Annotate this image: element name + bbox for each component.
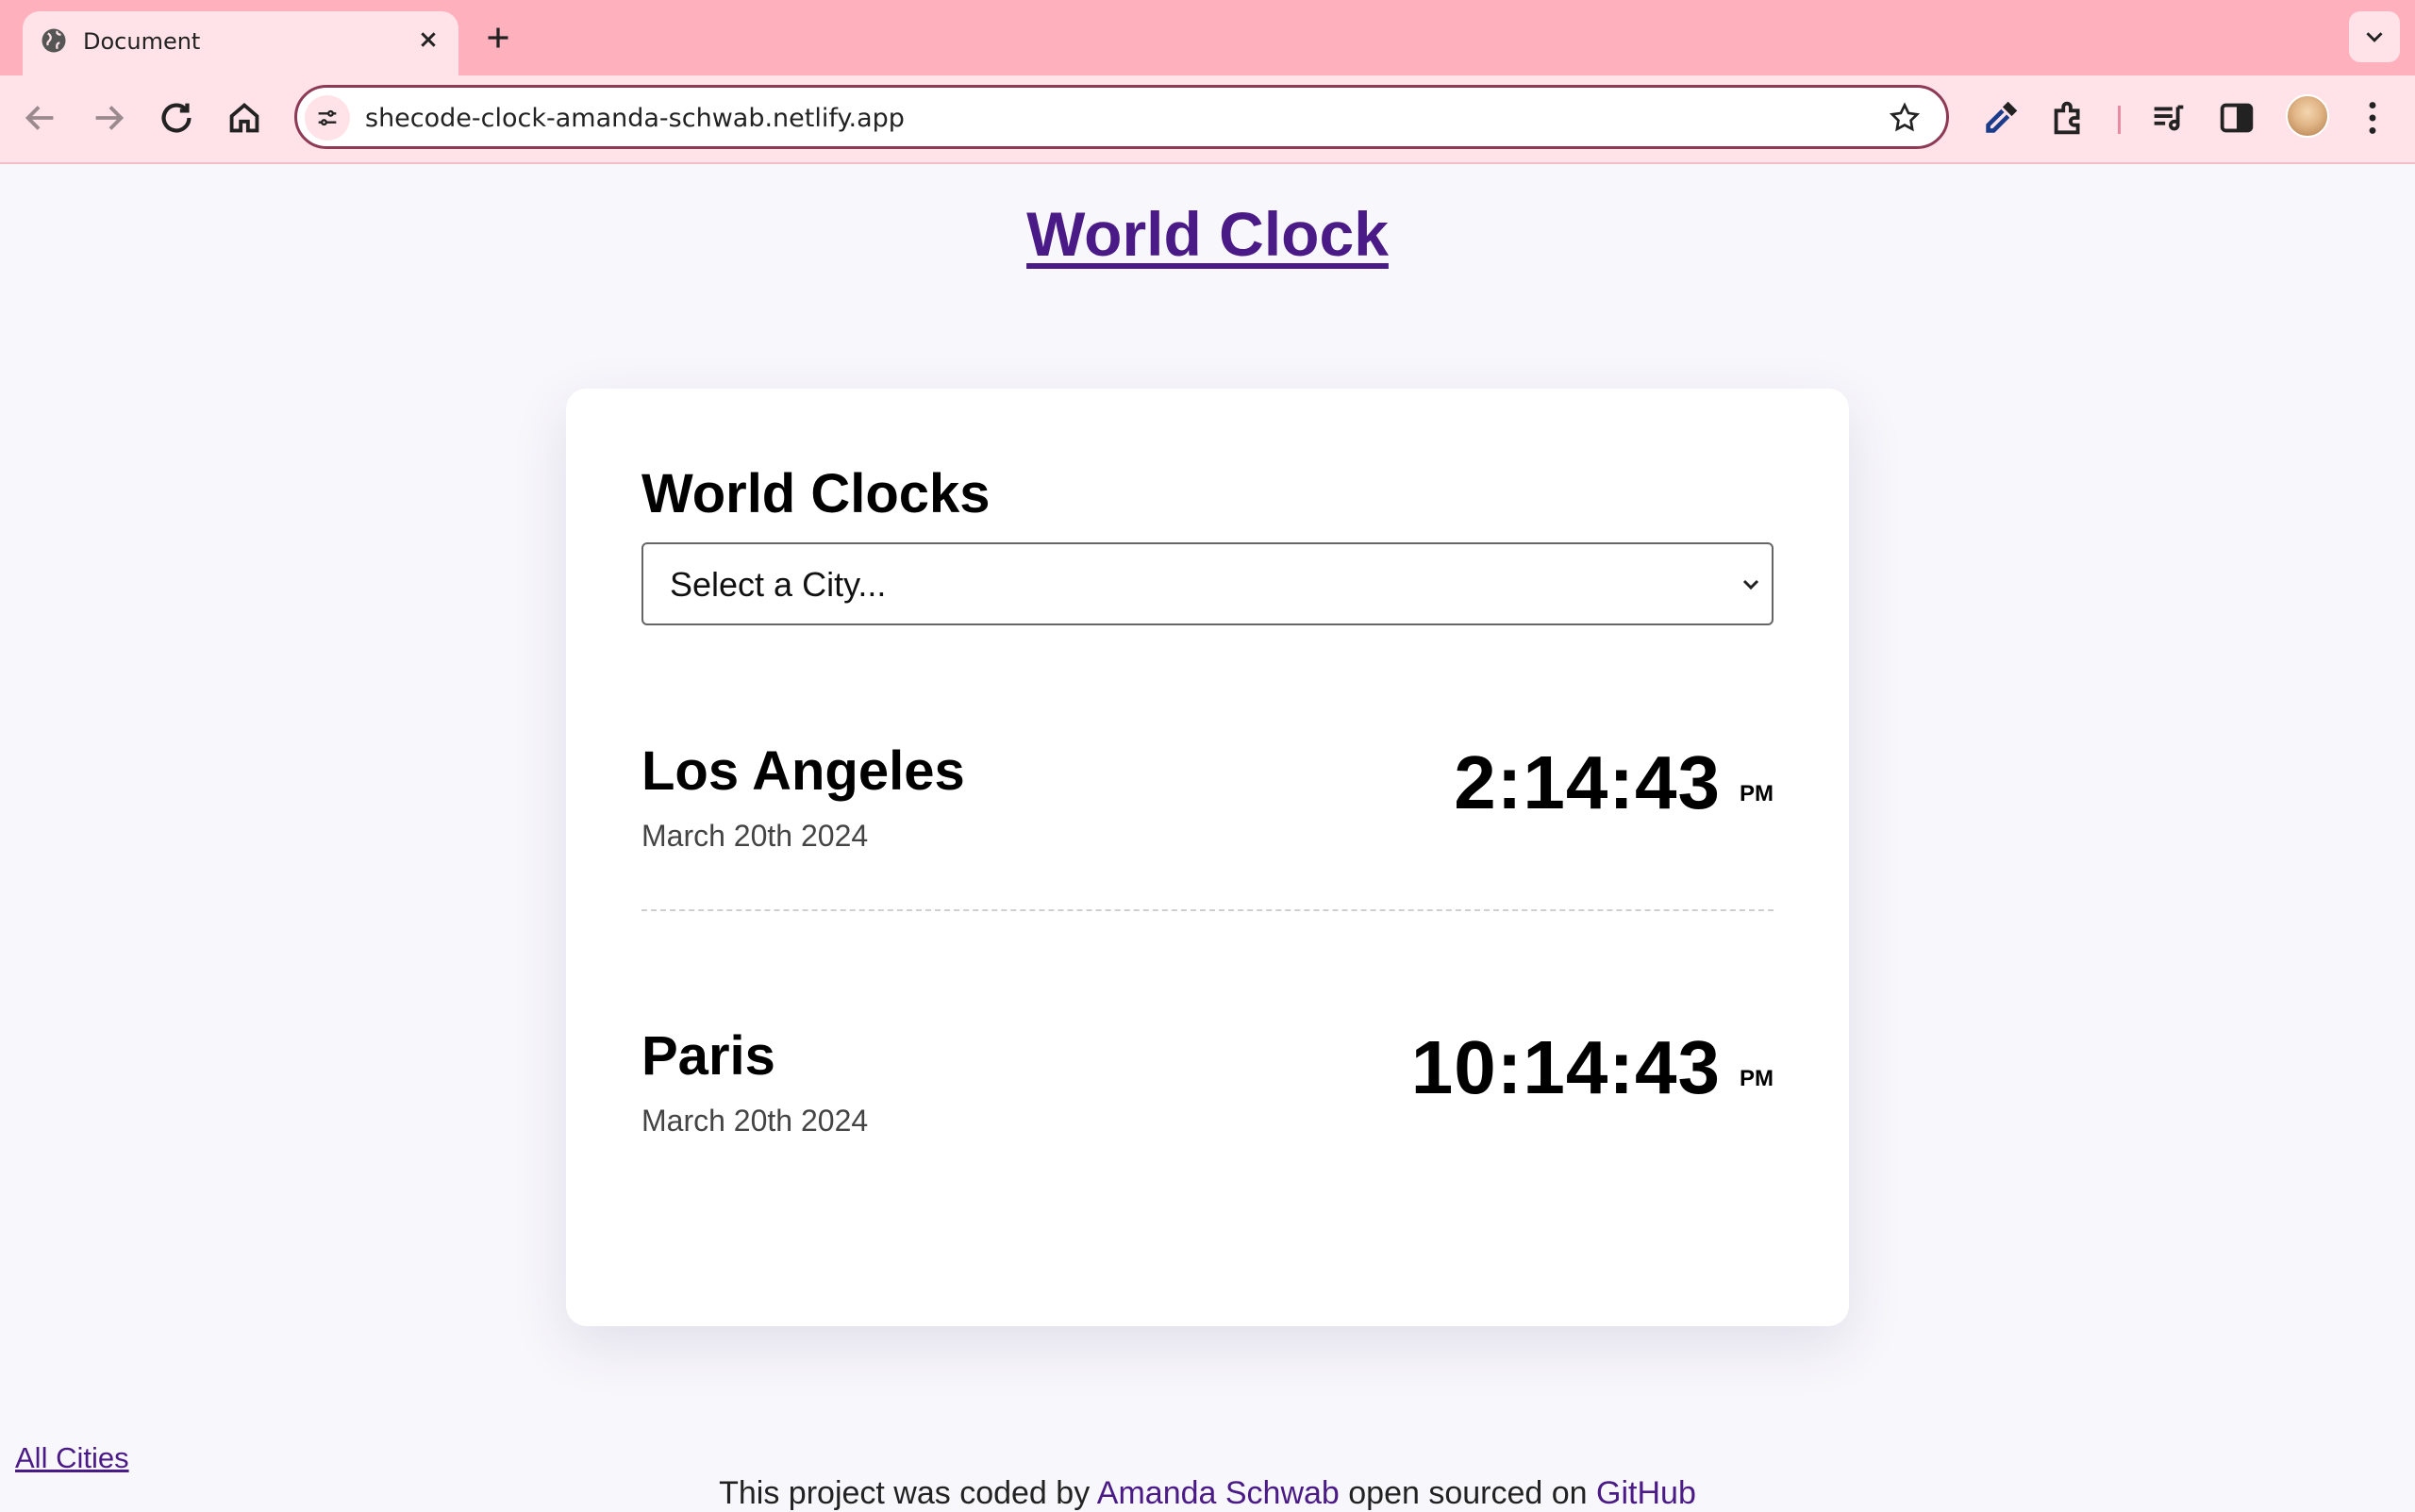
toolbar-separator	[2118, 106, 2121, 134]
chevron-down-icon	[1742, 579, 1759, 590]
eyedropper-icon[interactable]	[1979, 96, 2023, 140]
site-settings-icon	[318, 109, 337, 126]
city-ampm: PM	[1740, 1066, 1774, 1091]
page-title-link[interactable]: World Clock	[0, 198, 2415, 270]
clock-card: World Clocks Select a City... Los Angele…	[566, 389, 1849, 1326]
close-icon[interactable]	[413, 25, 443, 55]
forward-arrow-icon[interactable]	[87, 96, 130, 140]
site-settings-button[interactable]	[305, 95, 350, 141]
url-text: shecode-clock-amanda-schwab.netlify.app	[365, 104, 905, 133]
city-date: March 20th 2024	[641, 1104, 869, 1138]
browser-tab[interactable]: Document	[23, 11, 458, 75]
home-icon[interactable]	[223, 96, 266, 140]
tab-title: Document	[83, 28, 201, 55]
city-name: Paris	[641, 1025, 775, 1087]
reload-icon[interactable]	[155, 96, 198, 140]
city-date: March 20th 2024	[641, 819, 869, 853]
city-time: 2:14:43	[1454, 740, 1721, 824]
tab-strip: Document	[0, 0, 2415, 75]
github-link[interactable]: GitHub	[1596, 1475, 1696, 1511]
city-select[interactable]: Select a City...	[641, 542, 1774, 625]
back-arrow-icon[interactable]	[19, 96, 62, 140]
side-panel-icon[interactable]	[2215, 96, 2258, 140]
city-ampm: PM	[1740, 781, 1774, 806]
media-playlist-icon[interactable]	[2147, 96, 2190, 140]
card-heading: World Clocks	[641, 463, 991, 524]
address-bar[interactable]: shecode-clock-amanda-schwab.netlify.app	[294, 85, 1949, 149]
city-row-paris: Paris March 20th 2024 10:14:43 PM	[641, 1024, 1774, 1213]
footer-prefix: This project was coded by	[719, 1475, 1097, 1511]
globe-icon	[42, 28, 66, 53]
more-vert-icon[interactable]	[2351, 96, 2394, 140]
footer: This project was coded by Amanda Schwab …	[0, 1475, 2415, 1512]
author-link[interactable]: Amanda Schwab	[1097, 1475, 1340, 1511]
extensions-icon[interactable]	[2047, 96, 2090, 140]
tab-search-button[interactable]	[2349, 11, 2400, 62]
star-icon[interactable]	[1888, 101, 1922, 135]
all-cities-link[interactable]: All Cities	[15, 1441, 129, 1475]
city-select-value: Select a City...	[670, 565, 887, 604]
chevron-down-icon	[2366, 32, 2383, 42]
city-time: 10:14:43	[1410, 1025, 1721, 1109]
city-name: Los Angeles	[641, 740, 965, 802]
plus-icon[interactable]	[481, 21, 515, 55]
browser-toolbar: shecode-clock-amanda-schwab.netlify.app	[0, 75, 2415, 164]
city-divider	[641, 909, 1774, 911]
profile-avatar[interactable]	[2286, 94, 2329, 138]
footer-middle: open sourced on	[1339, 1475, 1597, 1511]
city-row-los-angeles: Los Angeles March 20th 2024 2:14:43 PM	[641, 739, 1774, 928]
